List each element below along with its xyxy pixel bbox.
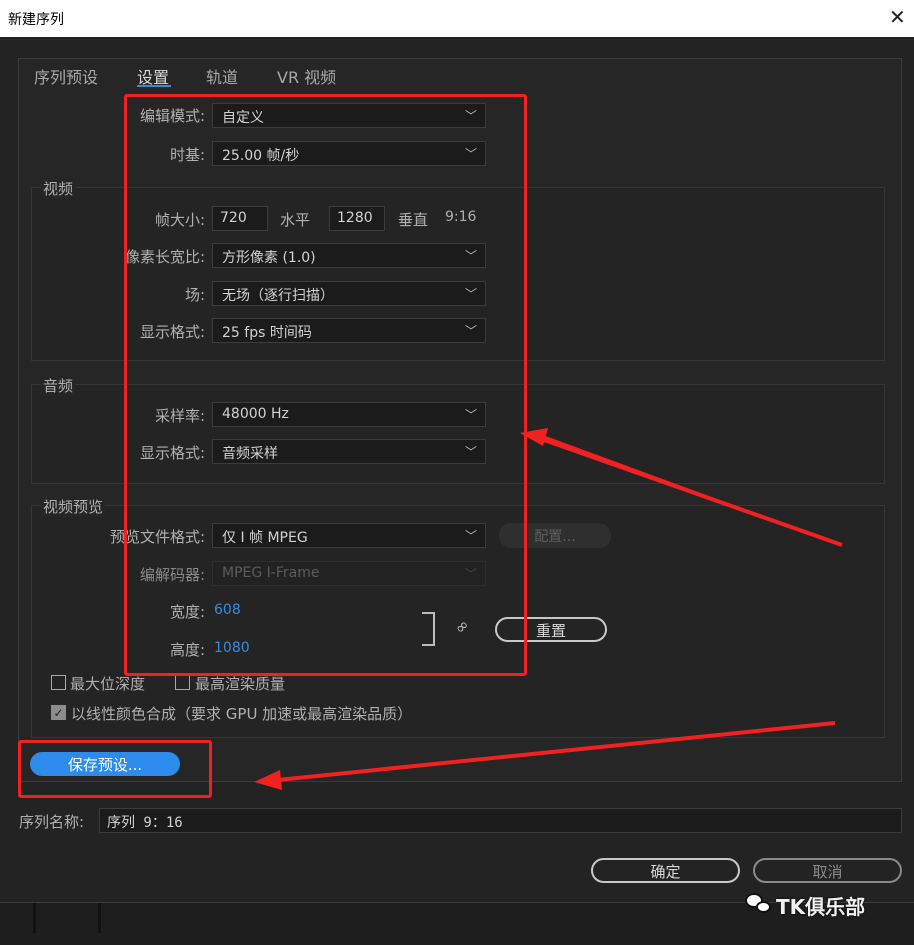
annotation-arrow-lower-shaft xyxy=(267,721,836,783)
annotation-arrow-upper-head xyxy=(520,428,548,446)
wechat-icon xyxy=(756,901,771,913)
watermark-text: TK俱乐部 xyxy=(776,895,866,919)
annotation-arrow-upper-shaft xyxy=(529,433,843,547)
annotation-arrow-lower-head xyxy=(254,770,282,790)
annotation-arrows xyxy=(254,428,843,790)
